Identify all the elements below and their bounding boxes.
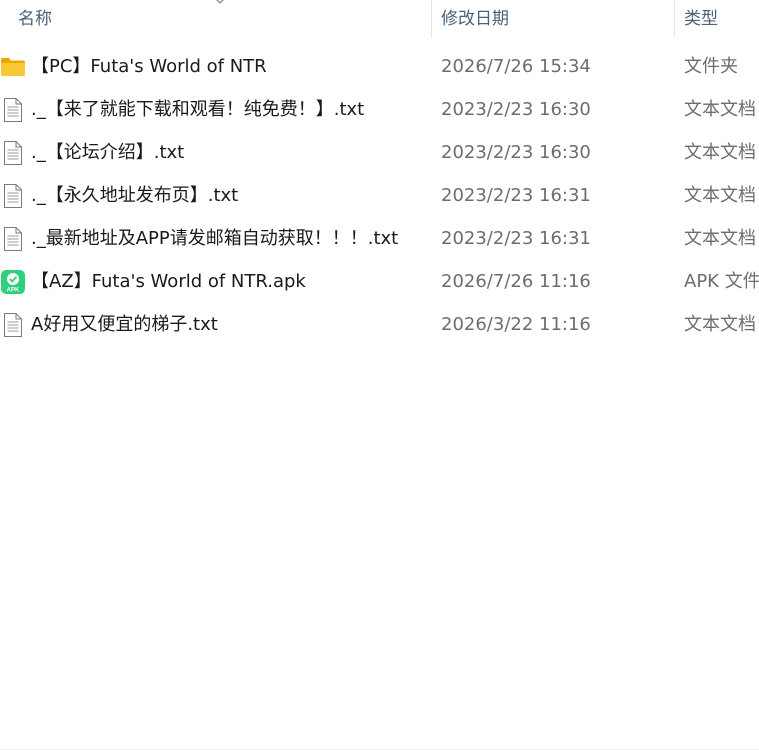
file-row[interactable]: APK 【AZ】Futa's World of NTR.apk 2026/7/2… (0, 260, 759, 303)
apk-file-icon: APK (1, 270, 25, 294)
folder-icon (1, 58, 25, 76)
file-row[interactable]: A好用又便宜的梯子.txt 2026/3/22 11:16 文本文档 (0, 303, 759, 346)
column-divider[interactable] (674, 0, 675, 38)
file-type: 文本文档 (684, 142, 756, 163)
file-name: ._【论坛介绍】.txt (31, 142, 185, 163)
file-name: 【PC】Futa's World of NTR (31, 56, 267, 77)
file-row[interactable]: ._【论坛介绍】.txt 2023/2/23 16:30 文本文档 (0, 131, 759, 174)
file-date-modified: 2023/2/23 16:30 (441, 142, 591, 163)
file-type: 文本文档 (684, 185, 756, 206)
text-file-icon (4, 313, 22, 337)
column-header-date-modified[interactable]: 修改日期 (441, 0, 509, 38)
file-row[interactable]: ._最新地址及APP请发邮箱自动获取！！！.txt 2023/2/23 16:3… (0, 217, 759, 260)
file-date-modified: 2026/3/22 11:16 (441, 314, 591, 335)
file-date-modified: 2023/2/23 16:30 (441, 99, 591, 120)
column-header-type[interactable]: 类型 (684, 0, 718, 38)
file-type: 文本文档 (684, 228, 756, 249)
column-header-name[interactable]: 名称 (18, 0, 52, 38)
apk-icon-label: APK (7, 288, 20, 294)
file-date-modified: 2023/2/23 16:31 (441, 185, 591, 206)
file-list: 【PC】Futa's World of NTR 2026/7/26 15:34 … (0, 45, 759, 346)
text-file-icon (4, 227, 22, 251)
file-date-modified: 2023/2/23 16:31 (441, 228, 591, 249)
text-file-icon (4, 141, 22, 165)
file-type: APK 文件 (684, 271, 759, 292)
file-row[interactable]: ._【来了就能下载和观看！纯免费！】.txt 2023/2/23 16:30 文… (0, 88, 759, 131)
text-file-icon (4, 98, 22, 122)
file-type: 文本文档 (684, 314, 756, 335)
column-divider[interactable] (431, 0, 432, 38)
sort-caret-icon (216, 0, 224, 4)
file-row[interactable]: 【PC】Futa's World of NTR 2026/7/26 15:34 … (0, 45, 759, 88)
file-name: 【AZ】Futa's World of NTR.apk (31, 271, 306, 292)
file-name: ._【来了就能下载和观看！纯免费！】.txt (31, 99, 365, 120)
column-header-bar: 名称 修改日期 类型 (0, 0, 759, 38)
file-date-modified: 2026/7/26 15:34 (441, 56, 591, 77)
file-name: ._【永久地址发布页】.txt (31, 185, 239, 206)
file-type: 文件夹 (684, 56, 738, 77)
file-name: A好用又便宜的梯子.txt (31, 314, 218, 335)
file-name: ._最新地址及APP请发邮箱自动获取！！！.txt (31, 228, 399, 249)
text-file-icon (4, 184, 22, 208)
file-date-modified: 2026/7/26 11:16 (441, 271, 591, 292)
file-row[interactable]: ._【永久地址发布页】.txt 2023/2/23 16:31 文本文档 (0, 174, 759, 217)
file-type: 文本文档 (684, 99, 756, 120)
